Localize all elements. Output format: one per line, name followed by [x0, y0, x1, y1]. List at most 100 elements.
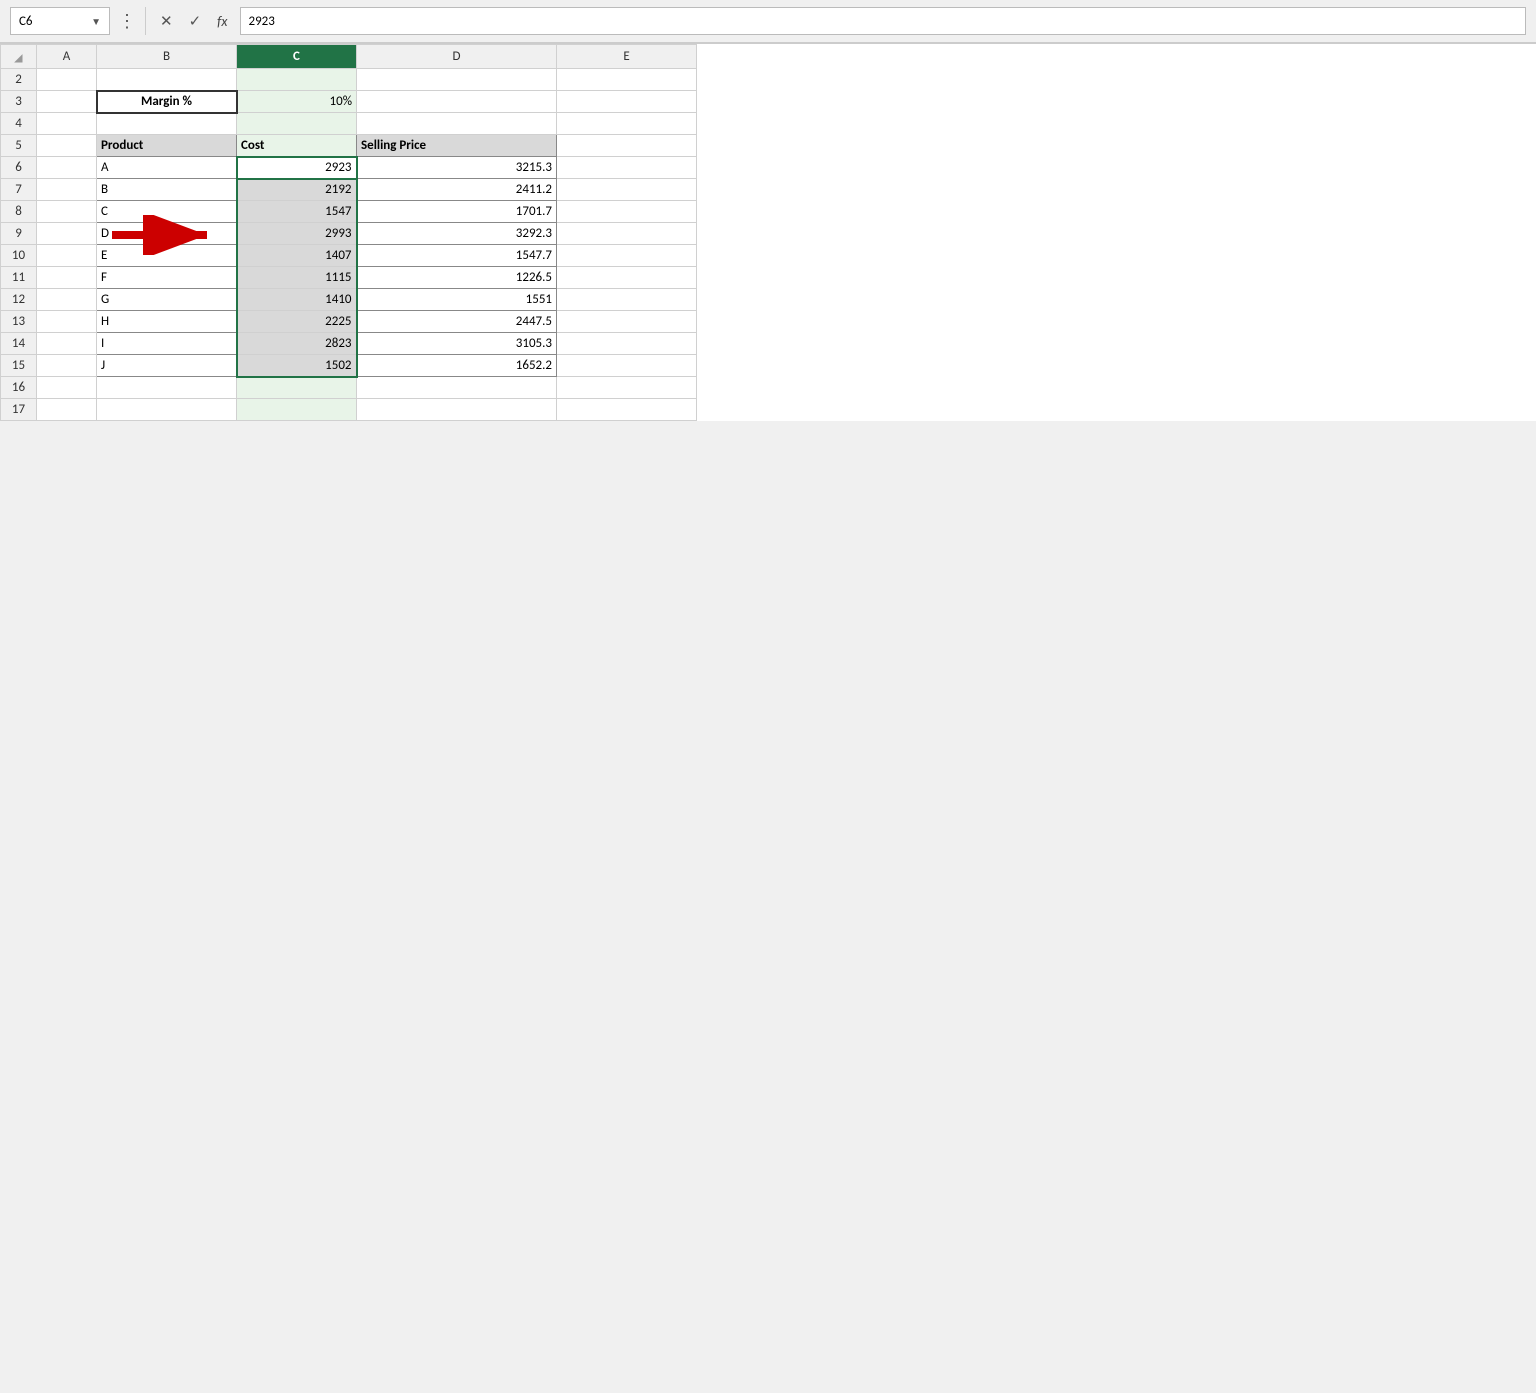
cell-D11-selling-price[interactable]: 1226.5 — [357, 267, 557, 289]
cell-B10-product[interactable]: E — [97, 245, 237, 267]
cell-B5-product-header[interactable]: Product — [97, 135, 237, 157]
formula-input[interactable]: 2923 — [240, 7, 1527, 35]
cell-E5[interactable] — [557, 135, 697, 157]
cell-E8[interactable] — [557, 201, 697, 223]
formula-icons: ✕ ✓ fx — [156, 10, 232, 33]
cell-D15-selling-price[interactable]: 1652.2 — [357, 355, 557, 377]
table-row: 11F11151226.5 — [1, 267, 697, 289]
cell-C12-cost[interactable]: 1410 — [237, 289, 357, 311]
cell-A13[interactable] — [37, 311, 97, 333]
cell-D6-selling-price[interactable]: 3215.3 — [357, 157, 557, 179]
cell-C14-cost[interactable]: 2823 — [237, 333, 357, 355]
cell-C9-cost[interactable]: 2993 — [237, 223, 357, 245]
cell-D12-selling-price[interactable]: 1551 — [357, 289, 557, 311]
confirm-icon[interactable]: ✓ — [185, 10, 206, 33]
cell-E9[interactable] — [557, 223, 697, 245]
cell-A8[interactable] — [37, 201, 97, 223]
cell-E7[interactable] — [557, 179, 697, 201]
cell-C17[interactable] — [237, 399, 357, 421]
cell-B3-margin-label[interactable]: Margin % — [97, 91, 237, 113]
col-header-A[interactable]: A — [37, 45, 97, 69]
cell-C3-margin-value[interactable]: 10% — [237, 91, 357, 113]
cell-D3[interactable] — [357, 91, 557, 113]
cell-C13-cost[interactable]: 2225 — [237, 311, 357, 333]
cancel-icon[interactable]: ✕ — [156, 10, 177, 33]
cell-E6[interactable] — [557, 157, 697, 179]
cell-D16[interactable] — [357, 377, 557, 399]
cell-A2[interactable] — [37, 69, 97, 91]
cell-D9-selling-price[interactable]: 3292.3 — [357, 223, 557, 245]
cell-A15[interactable] — [37, 355, 97, 377]
formula-bar: C6 ▼ ⋮ ✕ ✓ fx 2923 — [0, 0, 1536, 44]
cell-D14-selling-price[interactable]: 3105.3 — [357, 333, 557, 355]
cell-A9[interactable] — [37, 223, 97, 245]
row-number: 13 — [1, 311, 37, 333]
cell-B12-product[interactable]: G — [97, 289, 237, 311]
cell-E12[interactable] — [557, 289, 697, 311]
col-header-B[interactable]: B — [97, 45, 237, 69]
cell-B16[interactable] — [97, 377, 237, 399]
cell-B17[interactable] — [97, 399, 237, 421]
row-number: 12 — [1, 289, 37, 311]
cell-B6-product[interactable]: A — [97, 157, 237, 179]
cell-B7-product[interactable]: B — [97, 179, 237, 201]
cell-E13[interactable] — [557, 311, 697, 333]
cell-C10-cost[interactable]: 1407 — [237, 245, 357, 267]
cell-D10-selling-price[interactable]: 1547.7 — [357, 245, 557, 267]
cell-A7[interactable] — [37, 179, 97, 201]
cell-D8-selling-price[interactable]: 1701.7 — [357, 201, 557, 223]
cell-A12[interactable] — [37, 289, 97, 311]
cell-E15[interactable] — [557, 355, 697, 377]
row-number: 5 — [1, 135, 37, 157]
cell-A14[interactable] — [37, 333, 97, 355]
cell-D13-selling-price[interactable]: 2447.5 — [357, 311, 557, 333]
cell-C7-cost[interactable]: 2192 — [237, 179, 357, 201]
cell-E17[interactable] — [557, 399, 697, 421]
cell-E4[interactable] — [557, 113, 697, 135]
cell-E11[interactable] — [557, 267, 697, 289]
col-header-E[interactable]: E — [557, 45, 697, 69]
cell-A5[interactable] — [37, 135, 97, 157]
cell-E10[interactable] — [557, 245, 697, 267]
cell-E3[interactable] — [557, 91, 697, 113]
cell-C15-cost[interactable]: 1502 — [237, 355, 357, 377]
row-number: 10 — [1, 245, 37, 267]
cell-B9-product[interactable]: D — [97, 223, 237, 245]
cell-B8-product[interactable]: C — [97, 201, 237, 223]
cell-D5-selling-price-header[interactable]: Selling Price — [357, 135, 557, 157]
cell-B15-product[interactable]: J — [97, 355, 237, 377]
cell-B11-product[interactable]: F — [97, 267, 237, 289]
cell-B14-product[interactable]: I — [97, 333, 237, 355]
cell-D2[interactable] — [357, 69, 557, 91]
cell-A6[interactable] — [37, 157, 97, 179]
cell-A4[interactable] — [37, 113, 97, 135]
table-row: 16 — [1, 377, 697, 399]
row-number: 17 — [1, 399, 37, 421]
fx-icon[interactable]: fx — [213, 11, 231, 32]
col-header-D[interactable]: D — [357, 45, 557, 69]
cell-C8-cost[interactable]: 1547 — [237, 201, 357, 223]
cell-E2[interactable] — [557, 69, 697, 91]
cell-A10[interactable] — [37, 245, 97, 267]
cell-D4[interactable] — [357, 113, 557, 135]
cell-E14[interactable] — [557, 333, 697, 355]
cell-C6-cost[interactable]: 2923 — [237, 157, 357, 179]
cell-reference-box[interactable]: C6 ▼ — [10, 7, 110, 35]
col-header-C[interactable]: C — [237, 45, 357, 69]
row-number: 15 — [1, 355, 37, 377]
cell-E16[interactable] — [557, 377, 697, 399]
cell-A17[interactable] — [37, 399, 97, 421]
cell-B2[interactable] — [97, 69, 237, 91]
cell-A16[interactable] — [37, 377, 97, 399]
cell-D7-selling-price[interactable]: 2411.2 — [357, 179, 557, 201]
cell-C2[interactable] — [237, 69, 357, 91]
cell-B4[interactable] — [97, 113, 237, 135]
cell-C4[interactable] — [237, 113, 357, 135]
cell-C11-cost[interactable]: 1115 — [237, 267, 357, 289]
cell-B13-product[interactable]: H — [97, 311, 237, 333]
cell-D17[interactable] — [357, 399, 557, 421]
cell-A3[interactable] — [37, 91, 97, 113]
cell-C5-cost-header[interactable]: Cost — [237, 135, 357, 157]
cell-A11[interactable] — [37, 267, 97, 289]
cell-C16[interactable] — [237, 377, 357, 399]
